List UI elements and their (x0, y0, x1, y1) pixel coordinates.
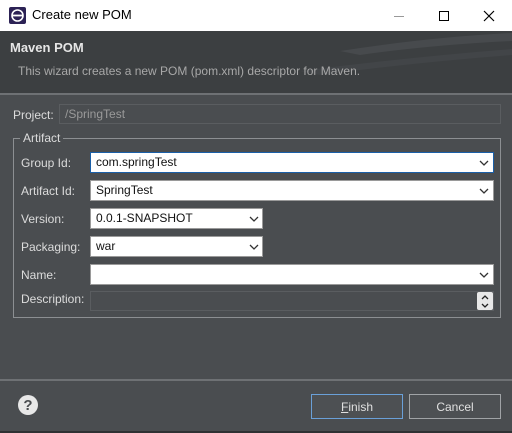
version-combo[interactable]: 0.0.1-SNAPSHOT (90, 208, 263, 229)
finish-button[interactable]: Finish (311, 394, 403, 419)
chevron-up-icon (481, 294, 489, 299)
help-icon[interactable]: ? (18, 395, 38, 415)
description-label: Description: (21, 292, 85, 306)
banner-separator (0, 93, 512, 95)
wizard-banner: Maven POM This wizard creates a new POM … (0, 31, 512, 93)
name-dropdown-button[interactable] (476, 265, 492, 284)
chevron-down-icon (249, 216, 259, 222)
chevron-down-icon (479, 188, 489, 194)
cancel-button[interactable]: Cancel (409, 394, 501, 419)
version-dropdown-button[interactable] (246, 209, 262, 228)
artifact-id-combo[interactable]: SpringTest (90, 180, 494, 201)
name-label: Name: (21, 268, 57, 282)
name-combo[interactable] (90, 264, 494, 285)
chevron-down-icon (481, 303, 489, 308)
title-bar: Create new POM (0, 0, 512, 31)
eclipse-icon (9, 7, 26, 24)
minimize-button[interactable] (376, 0, 422, 31)
artifact-id-dropdown-button[interactable] (476, 181, 492, 200)
artifact-group-legend: Artifact (20, 131, 64, 145)
footer-separator (0, 379, 512, 381)
project-label: Project: (13, 108, 54, 122)
packaging-label: Packaging: (21, 240, 81, 254)
maximize-icon (439, 10, 449, 21)
chevron-down-icon (249, 244, 259, 250)
version-label: Version: (21, 212, 65, 226)
banner-message: This wizard creates a new POM (pom.xml) … (18, 64, 361, 78)
banner-title: Maven POM (10, 40, 84, 55)
packaging-combo[interactable]: war (90, 236, 263, 257)
description-scroll-buttons[interactable] (477, 292, 493, 310)
chevron-down-icon (479, 272, 489, 278)
packaging-dropdown-button[interactable] (246, 237, 262, 256)
banner-decoration (300, 33, 512, 75)
window-title: Create new POM (32, 7, 132, 22)
description-field[interactable] (90, 291, 494, 311)
finish-mnemonic: F (340, 399, 349, 414)
group-id-label: Group Id: (21, 156, 72, 170)
minimize-icon (394, 15, 404, 17)
chevron-down-icon (479, 160, 489, 166)
close-button[interactable] (466, 0, 512, 31)
artifact-id-label: Artifact Id: (21, 184, 76, 198)
finish-label: inish (348, 399, 374, 414)
close-icon (483, 10, 495, 21)
group-id-combo[interactable]: com.springTest (90, 152, 494, 173)
maximize-button[interactable] (421, 0, 467, 31)
project-field: /SpringTest (59, 104, 501, 124)
group-id-dropdown-button[interactable] (476, 153, 492, 172)
